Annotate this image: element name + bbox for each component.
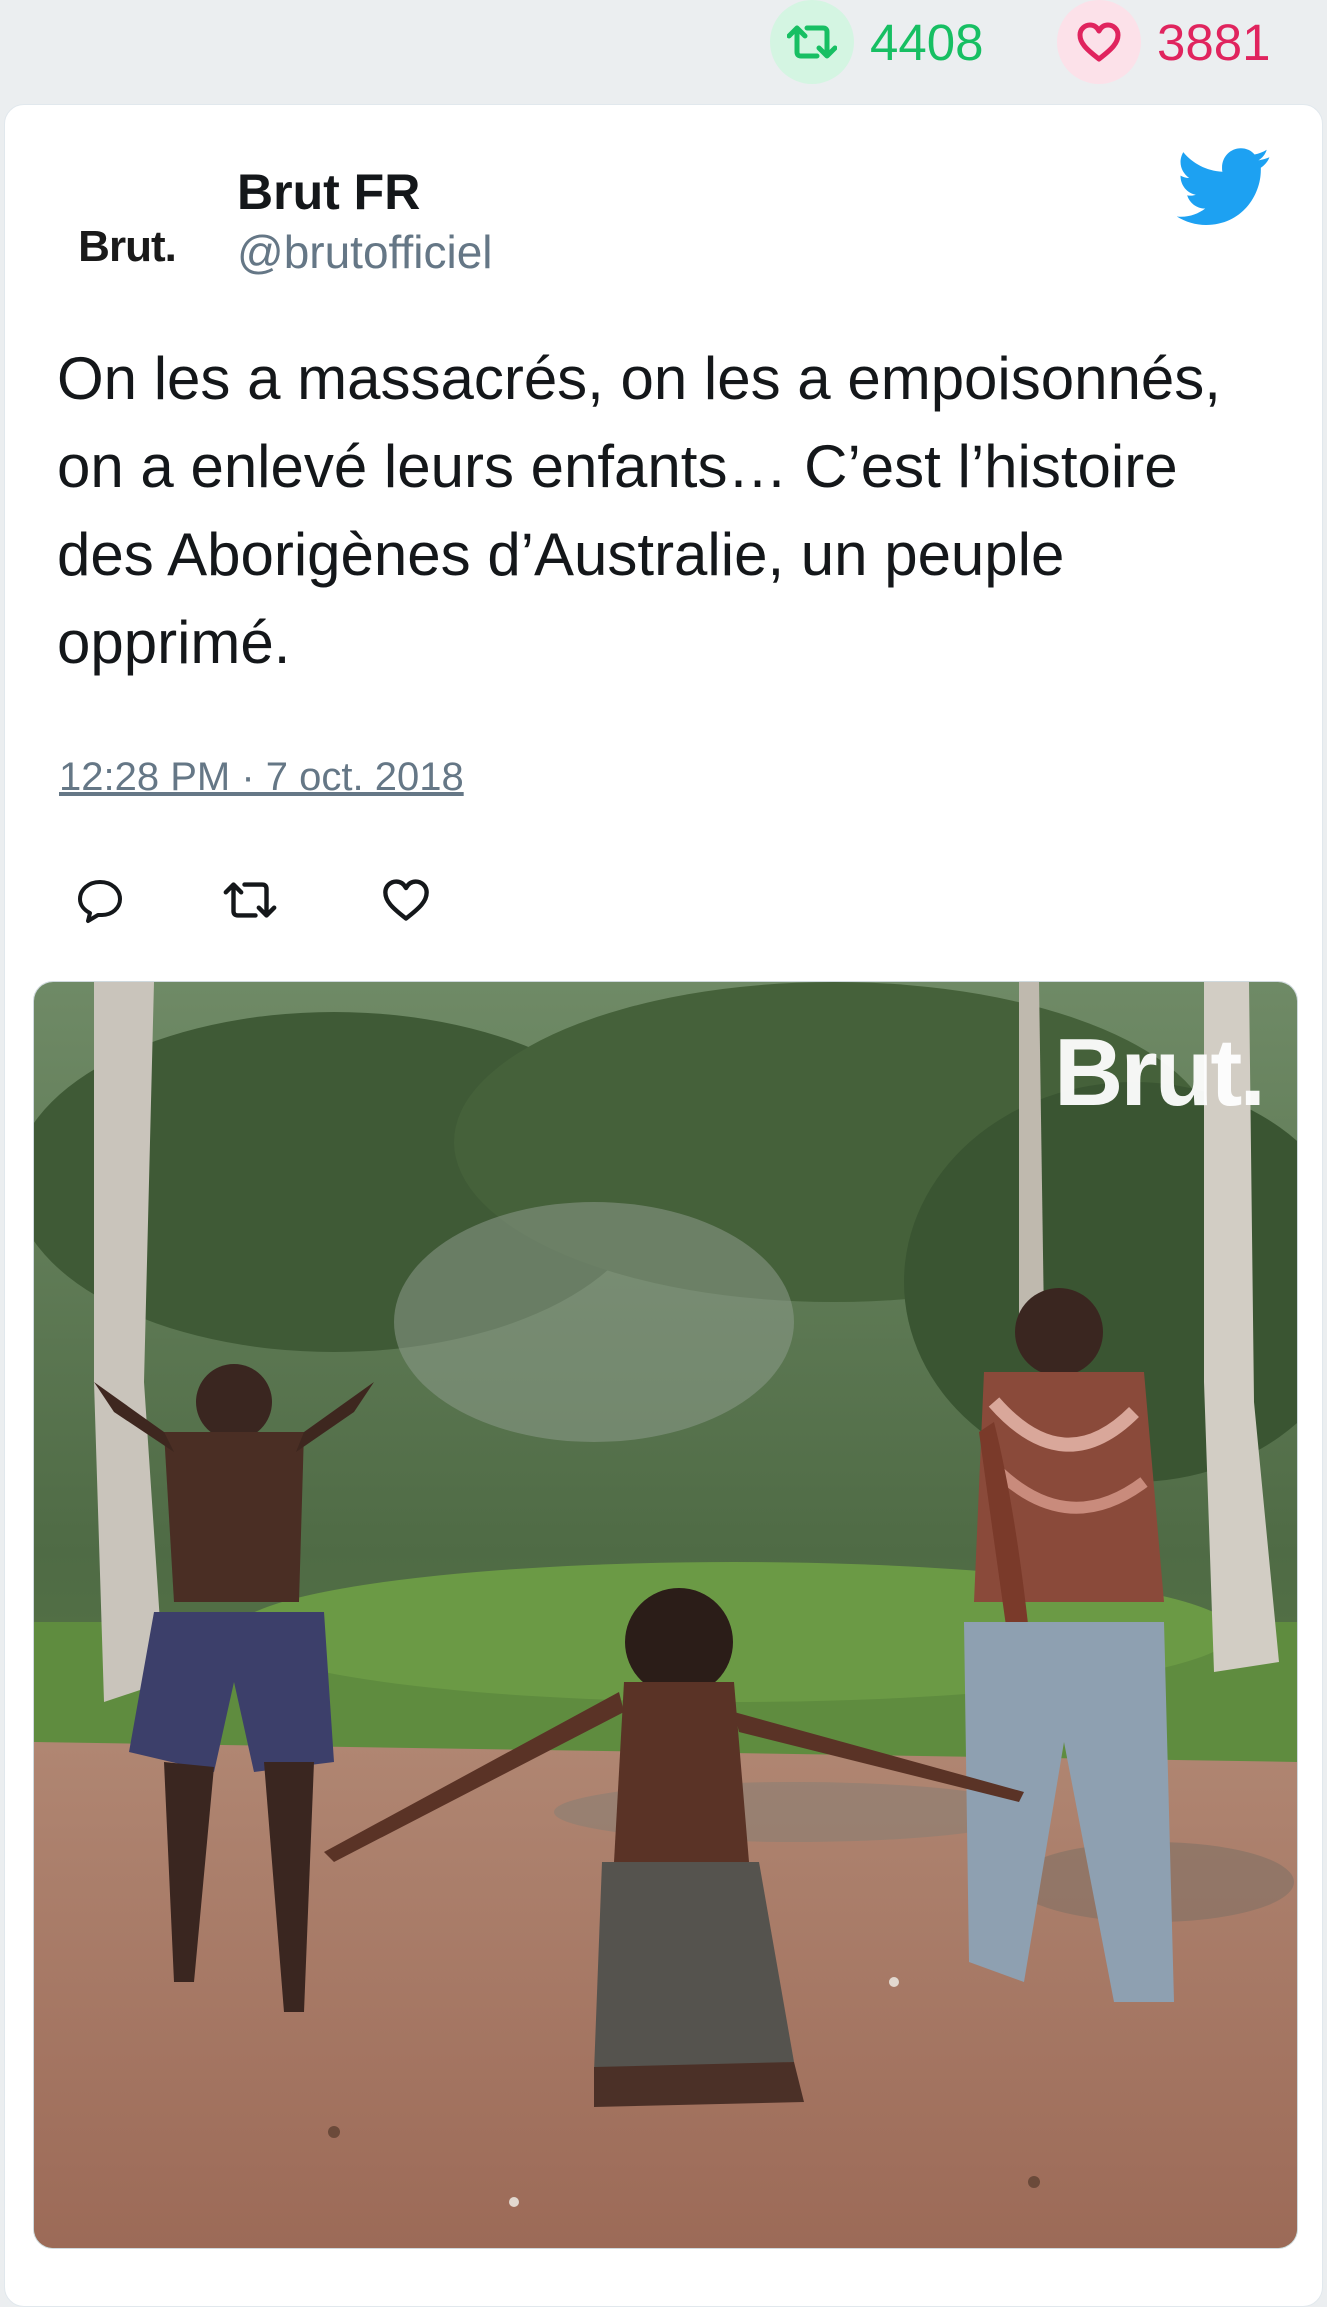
retweet-stat[interactable]: 4408 [770, 0, 983, 84]
tweet-stats-bar: 4408 3881 [0, 0, 1327, 100]
reply-icon [76, 876, 124, 929]
retweet-count: 4408 [870, 13, 984, 71]
like-stat[interactable]: 3881 [1057, 0, 1270, 84]
like-button[interactable] [371, 867, 441, 937]
heart-icon [381, 877, 431, 928]
tweet-media-video[interactable]: Brut. [33, 981, 1298, 2249]
retweet-button[interactable] [215, 867, 285, 937]
twitter-bird-icon[interactable] [1176, 147, 1271, 227]
display-name[interactable]: Brut FR [237, 163, 420, 221]
avatar[interactable]: Brut. [59, 179, 195, 315]
user-handle[interactable]: @brutofficiel [237, 225, 493, 279]
tweet-card: Brut. Brut FR @brutofficiel On les a mas… [4, 104, 1323, 2307]
retweet-icon [222, 878, 278, 927]
reply-button[interactable] [65, 867, 135, 937]
heart-icon [1057, 0, 1141, 84]
avatar-logo-text: Brut. [78, 222, 177, 271]
tweet-text: On les a massacrés, on les a empoisonnés… [57, 345, 1221, 676]
video-frame [34, 982, 1297, 2248]
tweet-timestamp[interactable]: 12:28 PM · 7 oct. 2018 [59, 755, 464, 800]
retweet-icon [770, 0, 854, 84]
video-watermark: Brut. [1054, 1019, 1266, 1126]
like-count: 3881 [1157, 13, 1271, 71]
